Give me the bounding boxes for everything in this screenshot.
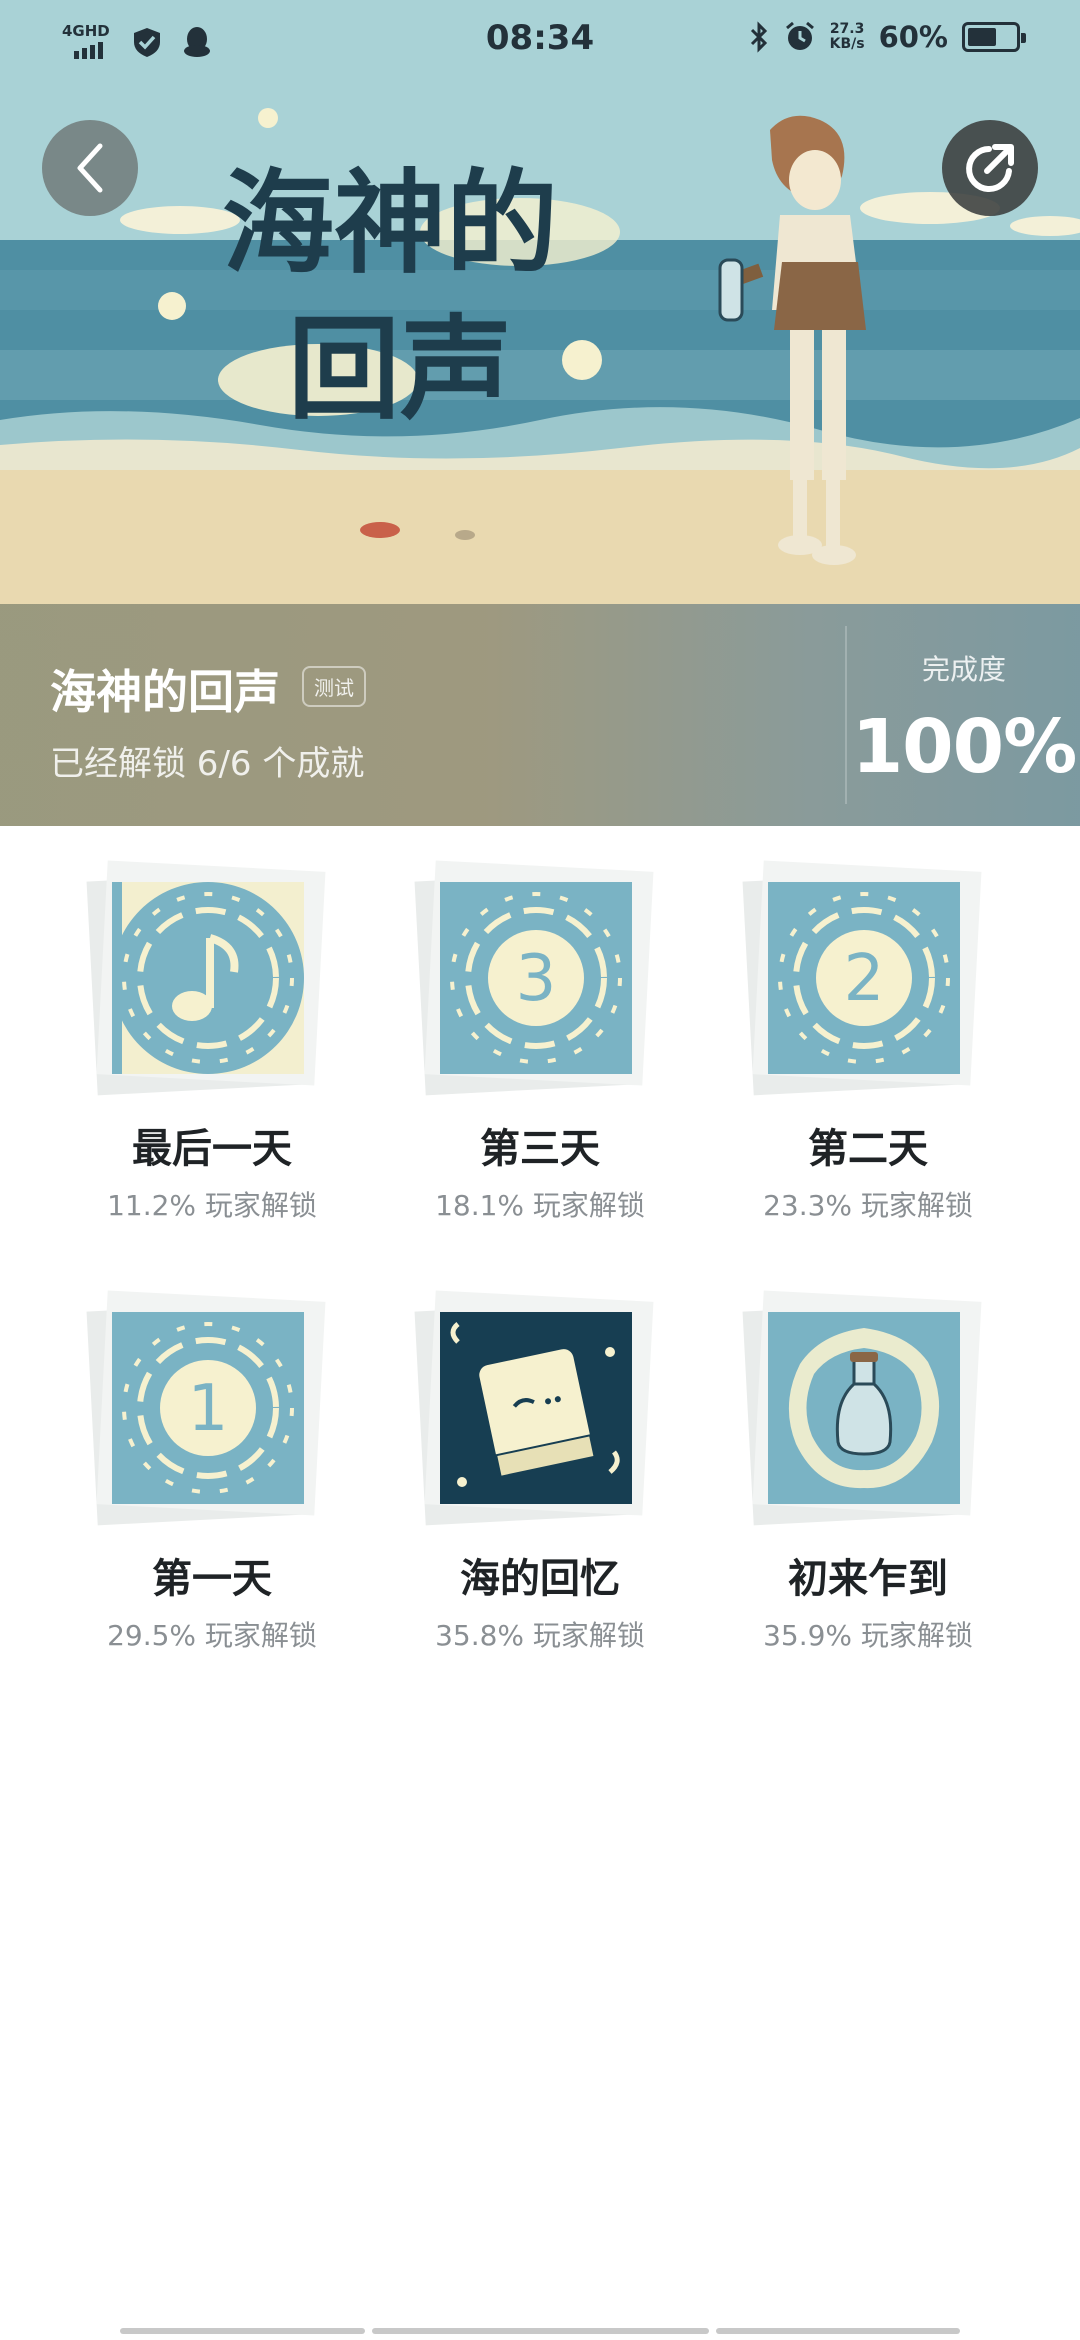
number-one-icon: 1 bbox=[112, 1312, 304, 1504]
achievement-item[interactable]: 2 第二天 23.3% 玩家解锁 bbox=[718, 826, 1018, 1222]
achievement-rate: 35.8% 玩家解锁 bbox=[435, 1619, 645, 1652]
achievement-screen: 海神的 回声 4GHD 08:34 27.3 KB/s 60% 海神的回声 测试… bbox=[0, 0, 1080, 2340]
achievement-rate: 35.9% 玩家解锁 bbox=[763, 1619, 973, 1652]
achievement-item[interactable]: 1 第一天 29.5% 玩家解锁 bbox=[62, 1256, 362, 1652]
share-button[interactable] bbox=[942, 120, 1038, 216]
art-title-line1: 海神的 bbox=[222, 159, 558, 289]
number-two-icon: 2 bbox=[768, 882, 960, 1074]
art-title-line2: 回声 bbox=[288, 305, 512, 435]
speed-value: 27.3 bbox=[829, 21, 865, 37]
status-bar: 4GHD 08:34 27.3 KB/s 60% bbox=[0, 0, 1080, 82]
music-note-icon bbox=[112, 882, 304, 1074]
number-three-icon: 3 bbox=[440, 882, 632, 1074]
achievement-rate: 29.5% 玩家解锁 bbox=[107, 1619, 317, 1652]
game-info-band: 海神的回声 测试 已经解锁 6/6 个成就 完成度 100% bbox=[0, 604, 1080, 826]
network-speed: 27.3 KB/s bbox=[830, 22, 865, 52]
game-hero: 海神的 回声 4GHD 08:34 27.3 KB/s 60% 海神的回声 测试… bbox=[0, 0, 1080, 826]
svg-text:2: 2 bbox=[844, 942, 885, 1016]
achievement-name: 第三天 bbox=[480, 1126, 600, 1172]
test-badge: 测试 bbox=[302, 666, 366, 707]
achievement-grid: 最后一天 11.2% 玩家解锁 3 第三天 18.1% 玩家解锁 2 第二天 2… bbox=[0, 826, 1080, 1726]
achievement-name: 初来乍到 bbox=[788, 1556, 948, 1602]
achievement-rate: 23.3% 玩家解锁 bbox=[763, 1189, 973, 1222]
achievement-item[interactable]: 初来乍到 35.9% 玩家解锁 bbox=[718, 1256, 1018, 1652]
speed-unit: KB/s bbox=[829, 36, 865, 52]
achievement-item[interactable]: 海的回忆 35.8% 玩家解锁 bbox=[390, 1256, 690, 1652]
achievement-name: 第一天 bbox=[152, 1556, 272, 1602]
bluetooth-icon bbox=[750, 21, 767, 53]
completion-value: 100% bbox=[851, 704, 1078, 790]
achievement-name: 海的回忆 bbox=[460, 1556, 620, 1602]
achievement-rate: 18.1% 玩家解锁 bbox=[435, 1189, 645, 1222]
game-title: 海神的回声 bbox=[50, 665, 280, 719]
scroll-indicator bbox=[372, 2328, 709, 2334]
svg-text:3: 3 bbox=[516, 942, 557, 1016]
scroll-indicator bbox=[120, 2328, 365, 2334]
bottle-icon bbox=[768, 1312, 960, 1504]
back-button[interactable] bbox=[42, 120, 138, 216]
battery-icon bbox=[962, 22, 1026, 52]
unlock-summary: 已经解锁 6/6 个成就 bbox=[50, 744, 365, 784]
achievement-name: 最后一天 bbox=[132, 1126, 292, 1172]
battery-percent: 60% bbox=[878, 20, 948, 54]
svg-text:1: 1 bbox=[188, 1372, 229, 1446]
scroll-indicator bbox=[716, 2328, 960, 2334]
completion-label: 完成度 bbox=[921, 653, 1006, 686]
alarm-icon bbox=[785, 21, 814, 50]
chevron-left-icon bbox=[77, 143, 103, 193]
achievement-item[interactable]: 最后一天 11.2% 玩家解锁 bbox=[62, 826, 362, 1222]
achievement-item[interactable]: 3 第三天 18.1% 玩家解锁 bbox=[390, 826, 690, 1222]
info-divider bbox=[845, 626, 847, 804]
book-icon bbox=[440, 1312, 632, 1504]
achievement-name: 第二天 bbox=[808, 1126, 928, 1172]
share-icon bbox=[966, 144, 1014, 192]
achievement-rate: 11.2% 玩家解锁 bbox=[107, 1189, 317, 1222]
